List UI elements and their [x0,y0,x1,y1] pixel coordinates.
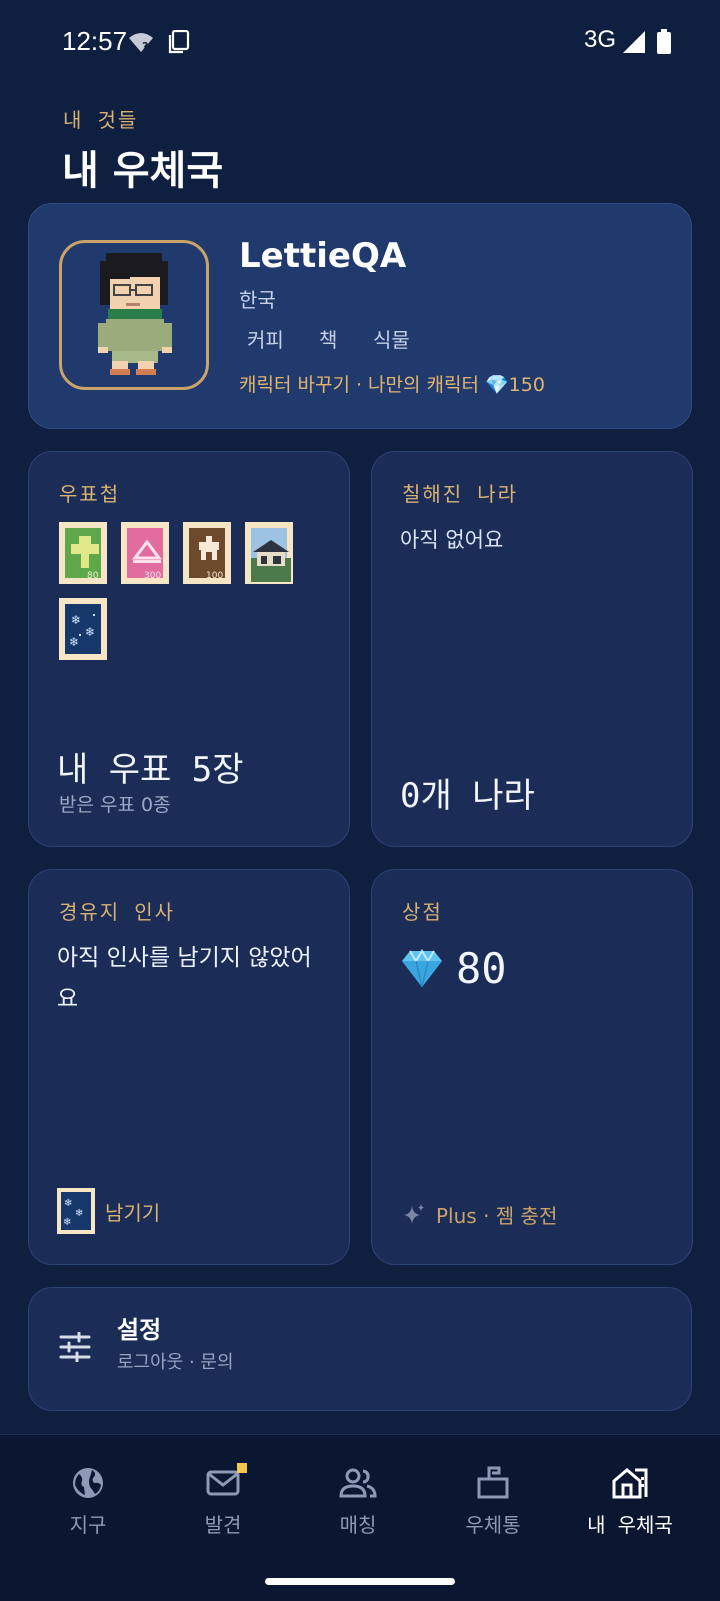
globe-icon [73,1468,103,1498]
greeting-empty-text: 아직 인사를 남기지 않았어요 [57,945,312,1012]
battery-icon [657,29,671,54]
card-label: 우표첩 [59,482,121,506]
nav-label: 지구 [69,1513,107,1537]
svg-text:100: 100 [206,571,223,581]
svg-text:❄: ❄ [64,1198,72,1209]
gem-balance: 80 [400,944,507,993]
character-avatar-icon [98,253,172,375]
user-country: 한국 [239,288,276,312]
svg-text:❄: ❄ [75,1208,83,1219]
change-character-link[interactable]: 캐릭터 바꾸기 · 나만의 캐릭터 💎150 [239,370,545,397]
svg-text:❄: ❄ [63,1217,71,1228]
visited-count: 0개 나라 [400,776,535,816]
sparkle-icon [404,1203,424,1224]
card-label: 상점 [402,900,443,924]
stamp-hanok-icon[interactable] [245,522,293,584]
card-label: 경유지 인사 [59,900,176,924]
nav-earth[interactable]: 지구 [28,1465,148,1538]
settings-subtitle: 로그아웃 · 문의 [117,1352,234,1373]
nav-label: 매칭 [339,1513,377,1537]
user-name: LettieQA [239,236,407,276]
screen-icon [168,30,190,54]
waypoint-greeting-card[interactable]: 경유지 인사 아직 인사를 남기지 않았어요 ❄ ❄ ❄ 남기기 [28,869,350,1265]
settings-card[interactable]: 설정 로그아웃 · 문의 [28,1287,692,1411]
nav-matching[interactable]: 매칭 [298,1465,418,1538]
avatar[interactable] [59,240,209,390]
shop-card[interactable]: 상점 80 Plus · 젬 충전 [371,869,693,1265]
interest-tag: 책 [319,328,338,352]
stamp-count: 내 우표 5장 [57,750,244,790]
plus-gem-charge-button[interactable]: Plus · 젬 충전 [400,1200,557,1229]
profile-card[interactable]: LettieQA 한국 커피 책 식물 캐릭터 바꾸기 · 나만의 캐릭터 💎1… [28,203,692,429]
mail-icon [206,1470,240,1496]
plus-gem-charge-label: Plus · 젬 충전 [436,1204,558,1228]
stamp-album-card[interactable]: 우표첩 80 300 100 ❄ ❄ ❄ 내 우표 5장 받은 우표 0종 [28,451,350,847]
visited-countries-card[interactable]: 칠해진 나라 아직 없어요 0개 나라 [371,451,693,847]
nav-label: 내 우체국 [587,1513,673,1537]
status-time: 12:57 [62,26,128,56]
people-icon [339,1468,377,1498]
svg-text:?: ? [142,40,148,53]
visited-empty-text: 아직 없어요 [400,528,504,552]
card-label: 칠해진 나라 [402,482,519,506]
stamp-house-icon[interactable]: 100 [183,522,231,584]
signal-icon [623,31,645,53]
nav-label: 발견 [204,1513,242,1537]
page-title: 내 우체국 [62,148,224,194]
svg-text:80: 80 [87,571,99,581]
stamp-mountain-icon[interactable]: 300 [121,522,169,584]
interest-tag: 식물 [373,328,410,352]
leave-greeting-button[interactable]: ❄ ❄ ❄ 남기기 [57,1188,160,1234]
interest-tag: 커피 [247,328,284,352]
bottom-navigation: 지구 발견 매칭 우체통 내 우체국 [0,1434,720,1601]
stamp-clover-icon[interactable]: 80 [59,522,107,584]
stamp-snowflake-icon[interactable]: ❄ ❄ ❄ [59,598,107,660]
nav-my-post-office[interactable]: 내 우체국 [570,1465,690,1538]
sliders-icon [59,1332,91,1362]
settings-title: 설정 [117,1316,162,1344]
nav-mailbox[interactable]: 우체통 [433,1465,553,1538]
mailbox-icon [477,1466,509,1499]
nav-label: 우체통 [465,1513,521,1537]
nav-discover[interactable]: 발견 [163,1463,283,1538]
page-eyebrow: 내 것들 [63,108,139,132]
gem-count: 80 [456,944,507,993]
stamp-snowflake-icon: ❄ ❄ ❄ [57,1188,95,1234]
network-label: 3G [584,26,617,53]
post-office-icon [612,1468,648,1499]
svg-text:❄: ❄ [85,625,95,639]
svg-text:❄: ❄ [71,613,81,627]
svg-text:300: 300 [144,571,161,581]
home-indicator[interactable] [265,1578,455,1585]
wifi-icon: ? [129,33,153,53]
gem-icon [402,948,442,987]
svg-text:❄: ❄ [69,635,79,649]
stamp-received-count: 받은 우표 0종 [59,794,171,816]
notification-badge [237,1463,247,1473]
leave-greeting-label: 남기기 [105,1200,161,1225]
